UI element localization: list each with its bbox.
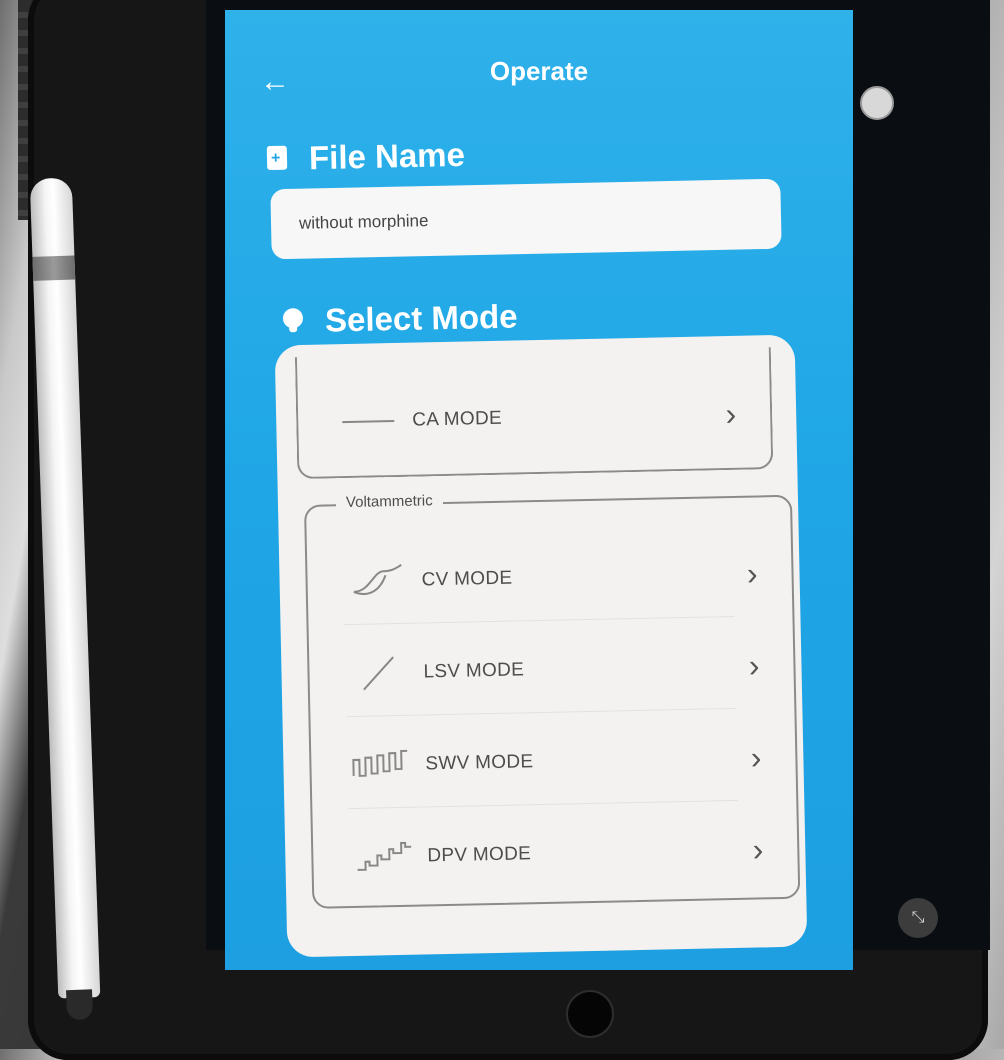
stylus-tip [66, 989, 94, 1021]
mode-row-cv[interactable]: CV MODE › [307, 533, 793, 623]
flat-line-icon [328, 401, 409, 443]
file-name-input[interactable] [270, 178, 782, 260]
chevron-right-icon: › [746, 555, 758, 592]
mode-label: CV MODE [421, 567, 513, 591]
select-mode-label: Select Mode [324, 297, 518, 339]
voltammetric-legend: Voltammetric [335, 492, 443, 512]
cyclic-curve-icon [337, 561, 418, 603]
home-button[interactable] [566, 990, 614, 1038]
pulse-staircase-icon [343, 837, 424, 879]
collapse-icon[interactable]: ⤡ [898, 898, 938, 938]
mode-row-dpv[interactable]: DPV MODE › [313, 809, 799, 899]
file-name-heading: File Name [266, 135, 466, 178]
linear-sweep-icon [339, 653, 420, 695]
page-title: Operate [489, 56, 589, 86]
mode-label: LSV MODE [423, 659, 525, 683]
voltammetric-group: Voltammetric CV MODE › LSV MODE › SWV MO… [303, 492, 801, 909]
mode-label: DPV MODE [427, 843, 532, 867]
mode-row-lsv[interactable]: LSV MODE › [309, 625, 795, 715]
ca-group: CA MODE › [294, 347, 774, 480]
mode-label: CA MODE [412, 407, 503, 431]
chevron-right-icon: › [748, 647, 760, 684]
operate-screen: ← Operate File Name Select Mode CA MODE … [225, 10, 853, 970]
chevron-right-icon: › [752, 831, 764, 868]
mode-label: SWV MODE [425, 751, 534, 775]
file-name-label: File Name [308, 135, 466, 177]
mode-row-ca[interactable]: CA MODE › [297, 373, 771, 463]
header: ← Operate [225, 46, 853, 106]
select-mode-heading: Select Mode [282, 297, 518, 341]
mode-panel: CA MODE › Voltammetric CV MODE › LSV MOD… [274, 334, 808, 958]
stylus-band [32, 255, 76, 281]
mode-row-swv[interactable]: SWV MODE › [311, 717, 797, 807]
square-wave-icon [341, 745, 422, 787]
bulb-icon [282, 308, 306, 334]
chevron-right-icon: › [750, 739, 762, 776]
chevron-right-icon: › [725, 395, 737, 433]
camera-icon [860, 86, 894, 120]
file-add-icon [266, 145, 290, 172]
